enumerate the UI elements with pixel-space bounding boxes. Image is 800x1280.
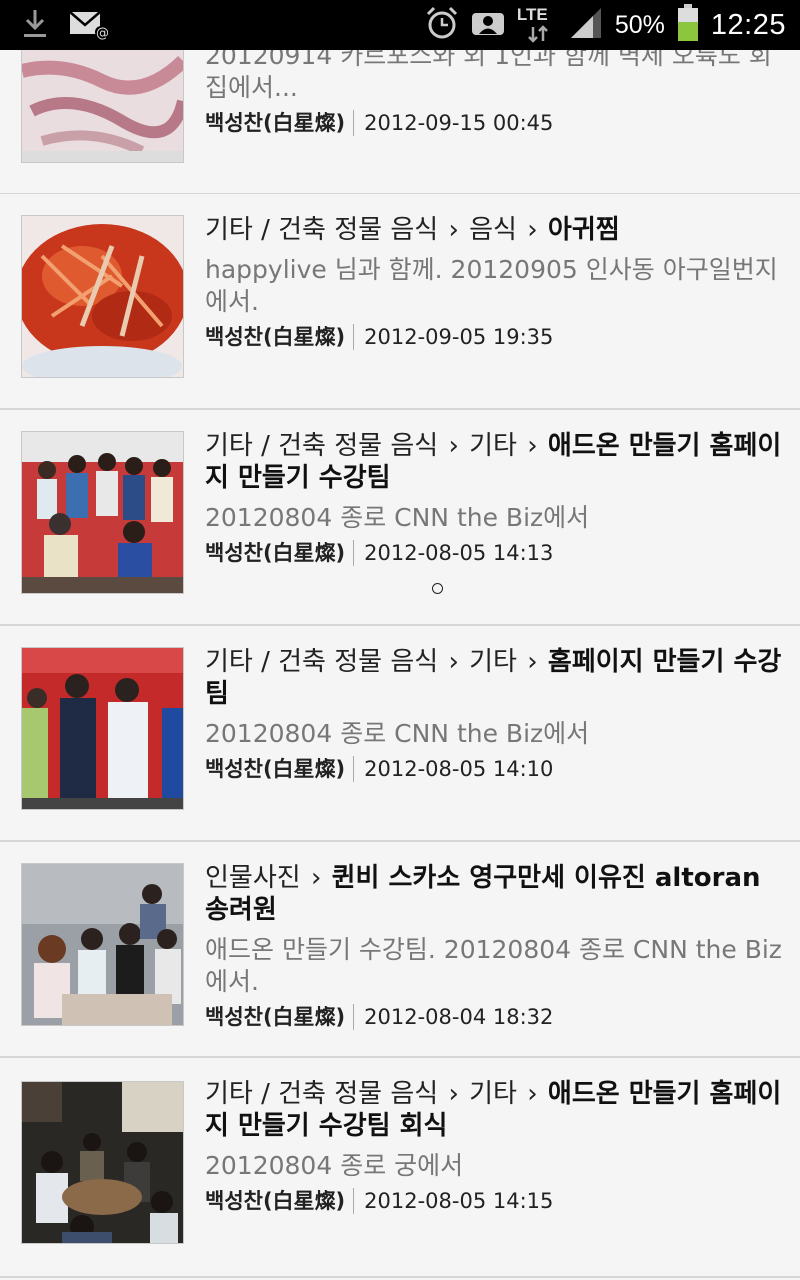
breadcrumb-separator: ›: [440, 431, 468, 461]
breadcrumb-separator: ›: [440, 647, 468, 677]
post-description: 20120804 종로 궁에서: [205, 1151, 464, 1180]
meta-divider: [353, 324, 355, 350]
network-type-label: LTE: [516, 5, 548, 24]
post-title-line[interactable]: 기타 / 건축 정물 음식 › 기타 › 애드온 만들기 홈페이지 만들기 수강…: [205, 1078, 782, 1142]
touch-pointer: [432, 583, 443, 594]
svg-text:@: @: [96, 26, 108, 40]
post-date: 2012-09-15 00:45: [364, 111, 554, 135]
post-thumbnail[interactable]: [21, 1081, 184, 1244]
meta-divider: [353, 756, 355, 782]
meta-divider: [353, 540, 355, 566]
post-date: 2012-08-05 14:13: [364, 541, 554, 565]
post-subcategory[interactable]: 기타: [469, 1079, 517, 1109]
post-title-line[interactable]: 기타 / 건축 정물 음식 › 음식 › 아귀찜: [205, 214, 782, 246]
post-thumbnail[interactable]: [21, 863, 184, 1026]
breadcrumb-separator: ›: [518, 215, 546, 245]
post-category[interactable]: 인물사진: [205, 863, 301, 893]
post-thumbnail[interactable]: [21, 215, 184, 378]
post-author: 백성찬(白星燦): [205, 757, 346, 781]
status-bar: @ LTE 50% 12:25: [0, 0, 800, 50]
list-item[interactable]: 인물사진 › 퀸비 스카소 영구만세 이유진 altoran 송려원 애드온 만…: [0, 842, 800, 1058]
post-subcategory[interactable]: 기타: [469, 431, 517, 461]
meta-divider: [353, 1188, 355, 1214]
post-date: 2012-08-05 14:10: [364, 757, 554, 781]
list-item[interactable]: 기타 / 건축 정물 음식 › 기타 › 애드온 만들기 홈페이지 만들기 수강…: [0, 1058, 800, 1278]
post-category[interactable]: 기타 / 건축 정물 음식: [205, 647, 438, 677]
battery-icon: [677, 4, 699, 46]
signal-icon: [569, 6, 603, 44]
breadcrumb-separator: ›: [440, 1079, 468, 1109]
post-thumbnail[interactable]: [21, 431, 184, 594]
post-author: 백성찬(白星燦): [205, 1189, 346, 1213]
post-category[interactable]: 기타 / 건축 정물 음식: [205, 1079, 438, 1109]
post-description: 20120804 종로 CNN the Biz에서: [205, 719, 590, 748]
breadcrumb-separator: ›: [518, 1079, 546, 1109]
breadcrumb-separator: ›: [440, 215, 468, 245]
meta-divider: [353, 1004, 355, 1030]
breadcrumb-separator: ›: [518, 431, 546, 461]
post-author: 백성찬(白星燦): [205, 1005, 346, 1029]
post-description: 애드온 만들기 수강팀. 20120804 종로 CNN the Biz 에서.: [205, 935, 782, 996]
post-title[interactable]: 아귀찜: [548, 215, 620, 245]
clock: 12:25: [710, 8, 786, 41]
post-author: 백성찬(白星燦): [205, 111, 346, 135]
battery-percent: 50%: [614, 10, 665, 39]
post-date: 2012-09-05 19:35: [364, 325, 554, 349]
post-category[interactable]: 기타 / 건축 정물 음식: [205, 431, 438, 461]
email-icon: @: [68, 8, 109, 44]
post-author: 백성찬(白星燦): [205, 325, 346, 349]
download-icon: [22, 8, 48, 44]
post-subcategory[interactable]: 음식: [469, 215, 517, 245]
alarm-icon: [425, 5, 459, 45]
breadcrumb-separator: ›: [518, 647, 546, 677]
post-title-line[interactable]: 기타 / 건축 정물 음식 › 기타 › 애드온 만들기 홈페이지 만들기 수강…: [205, 430, 782, 494]
list-item[interactable]: 기타 / 건축 정물 음식 › 음식 › 아귀찜 happylive 님과 함께…: [0, 194, 800, 410]
post-subcategory[interactable]: 기타: [469, 647, 517, 677]
list-item[interactable]: 기타 / 건축 정물 음식 › 기타 › 애드온 만들기 홈페이지 만들기 수강…: [0, 410, 800, 626]
breadcrumb-separator: ›: [302, 863, 330, 893]
list-item[interactable]: 기타 / 건축 정물 음식 › 기타 › 홈페이지 만들기 수강팀 201208…: [0, 626, 800, 842]
post-category[interactable]: 기타 / 건축 정물 음식: [205, 215, 438, 245]
post-title-line[interactable]: 인물사진 › 퀸비 스카소 영구만세 이유진 altoran 송려원: [205, 862, 782, 926]
post-thumbnail[interactable]: [21, 647, 184, 810]
meta-divider: [353, 110, 355, 136]
contact-card-icon: [471, 8, 505, 42]
post-date: 2012-08-04 18:32: [364, 1005, 554, 1029]
post-title-line[interactable]: 기타 / 건축 정물 음식 › 기타 › 홈페이지 만들기 수강팀: [205, 646, 782, 710]
post-date: 2012-08-05 14:15: [364, 1189, 554, 1213]
post-description: 20120804 종로 CNN the Biz에서: [205, 503, 590, 532]
post-description: happylive 님과 함께. 20120905 인사동 아구일번지에서.: [205, 255, 778, 316]
post-author: 백성찬(白星燦): [205, 541, 346, 565]
lte-data-icon: LTE: [517, 5, 557, 45]
